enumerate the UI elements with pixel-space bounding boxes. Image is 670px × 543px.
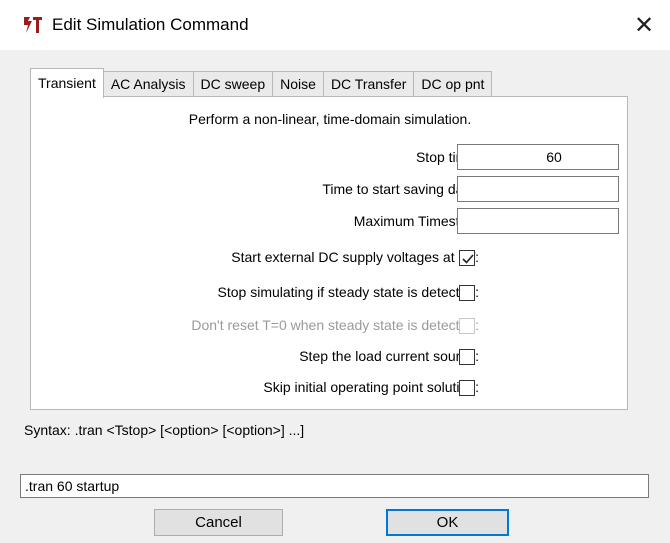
checkbox-start-dc-0v[interactable] (459, 250, 475, 266)
option-label-step-load-current: Step the load current source: (299, 348, 479, 364)
stop-time-input[interactable]: 60 (457, 144, 619, 170)
ltspice-app-icon (22, 14, 44, 36)
cancel-button[interactable]: Cancel (154, 509, 283, 536)
option-label-skip-initial-op: Skip initial operating point solution: (263, 379, 479, 395)
tab-dc-op-pnt[interactable]: DC op pnt (413, 71, 493, 98)
tab-dc-sweep[interactable]: DC sweep (192, 71, 274, 98)
checkbox-skip-initial-op[interactable] (459, 380, 475, 396)
checkbox-stop-steady-state[interactable] (459, 285, 475, 301)
tab-bar: Transient AC Analysis DC sweep Noise DC … (30, 68, 493, 98)
start-saving-input[interactable] (457, 176, 619, 202)
title-bar: Edit Simulation Command ✕ (0, 0, 670, 50)
checkbox-dont-reset-t0 (459, 318, 475, 334)
tab-transient[interactable]: Transient (30, 68, 104, 98)
edit-simulation-dialog: Edit Simulation Command ✕ Transient AC A… (0, 0, 670, 543)
transient-panel: Perform a non-linear, time-domain simula… (30, 96, 628, 410)
option-label-dont-reset-t0: Don't reset T=0 when steady state is det… (191, 317, 479, 333)
start-saving-label: Time to start saving data: (322, 181, 479, 197)
ok-button[interactable]: OK (386, 509, 509, 536)
window-title: Edit Simulation Command (52, 15, 249, 34)
close-button[interactable]: ✕ (626, 8, 662, 42)
option-label-stop-steady-state: Stop simulating if steady state is detec… (217, 284, 479, 300)
max-timestep-input[interactable] (457, 208, 619, 234)
checkmark-icon (462, 254, 474, 264)
close-icon: ✕ (633, 11, 655, 39)
tab-dc-transfer[interactable]: DC Transfer (322, 71, 415, 98)
panel-description: Perform a non-linear, time-domain simula… (188, 111, 472, 127)
option-label-start-dc-0v: Start external DC supply voltages at 0V: (231, 249, 479, 265)
tab-ac-analysis[interactable]: AC Analysis (102, 71, 194, 98)
tab-noise[interactable]: Noise (272, 71, 324, 98)
checkbox-step-load-current[interactable] (459, 349, 475, 365)
command-text-field[interactable]: .tran 60 startup (20, 474, 649, 498)
syntax-hint: Syntax: .tran <Tstop> [<option> [<option… (24, 422, 305, 438)
